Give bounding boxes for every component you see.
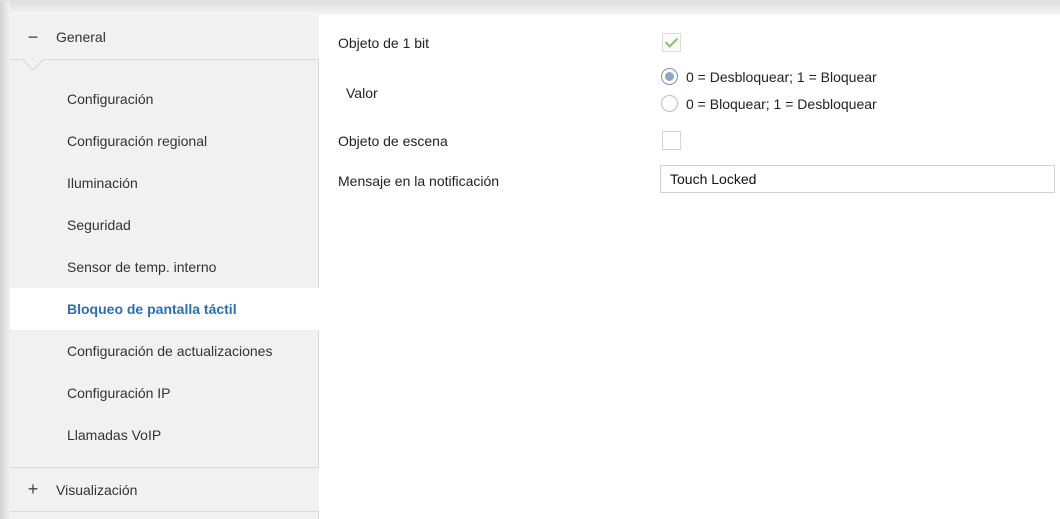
object-1bit-label: Objeto de 1 bit	[338, 35, 430, 51]
notification-message-input[interactable]	[660, 165, 1055, 193]
sidebar-item-actualizaciones[interactable]: Configuración de actualizaciones	[10, 330, 319, 372]
sidebar-item-label: Configuración regional	[67, 133, 208, 149]
scene-object-checkbox[interactable]	[662, 131, 681, 150]
sidebar-item-configuracion-ip[interactable]: Configuración IP	[10, 372, 319, 414]
sidebar-item-label: Llamadas VoIP	[67, 427, 162, 443]
radio-option-label: 0 = Desbloquear; 1 = Bloquear	[686, 68, 877, 85]
collapse-icon[interactable]: −	[10, 27, 56, 48]
sidebar-item-seguridad[interactable]: Seguridad	[10, 204, 319, 246]
sidebar-item-configuracion[interactable]: Configuración	[10, 78, 319, 120]
sidebar-item-bloqueo-pantalla[interactable]: Bloqueo de pantalla táctil	[10, 288, 320, 330]
sidebar-item-label: Iluminación	[67, 175, 138, 191]
radio-button-selected[interactable]	[661, 68, 678, 85]
notification-message-label: Mensaje en la notificación	[338, 173, 500, 189]
sidebar-nav-list: Configuración Configuración regional Ilu…	[10, 78, 320, 456]
check-icon	[664, 34, 679, 48]
object-1bit-checkbox[interactable]	[662, 33, 681, 52]
sidebar-item-label: Seguridad	[67, 217, 131, 233]
radio-option-label: 0 = Bloquear; 1 = Desbloquear	[686, 95, 877, 112]
expanded-indicator-icon	[22, 59, 44, 71]
sidebar-item-label: Configuración de actualizaciones	[67, 343, 273, 359]
sidebar-item-label: Bloqueo de pantalla táctil	[67, 301, 237, 317]
sidebar-item-iluminacion[interactable]: Iluminación	[10, 162, 319, 204]
sidebar-group-label: General	[56, 29, 106, 45]
window-frame: − General Configuración Configuración re…	[0, 0, 1060, 519]
value-option-2[interactable]: 0 = Bloquear; 1 = Desbloquear	[661, 95, 877, 112]
sidebar-item-label: Configuración	[67, 91, 154, 107]
sidebar-group-label: Visualización	[56, 481, 138, 498]
value-option-1[interactable]: 0 = Desbloquear; 1 = Bloquear	[661, 68, 877, 85]
sidebar-item-label: Sensor de temp. interno	[67, 259, 217, 275]
settings-panel: Objeto de 1 bit Valor 0 = Desbloquear; 1…	[320, 15, 1060, 519]
value-label: Valor	[346, 85, 378, 101]
sidebar: − General Configuración Configuración re…	[10, 15, 320, 519]
sidebar-item-label: Configuración IP	[67, 385, 171, 401]
expand-icon[interactable]: +	[10, 479, 56, 500]
sidebar-item-configuracion-regional[interactable]: Configuración regional	[10, 120, 319, 162]
scene-object-label: Objeto de escena	[338, 133, 448, 149]
sidebar-item-sensor-temp[interactable]: Sensor de temp. interno	[10, 246, 319, 288]
sidebar-item-llamadas-voip[interactable]: Llamadas VoIP	[10, 414, 319, 456]
sidebar-group-visualizacion[interactable]: + Visualización	[10, 467, 319, 512]
radio-button[interactable]	[661, 95, 678, 112]
sidebar-group-general[interactable]: − General	[10, 15, 319, 60]
